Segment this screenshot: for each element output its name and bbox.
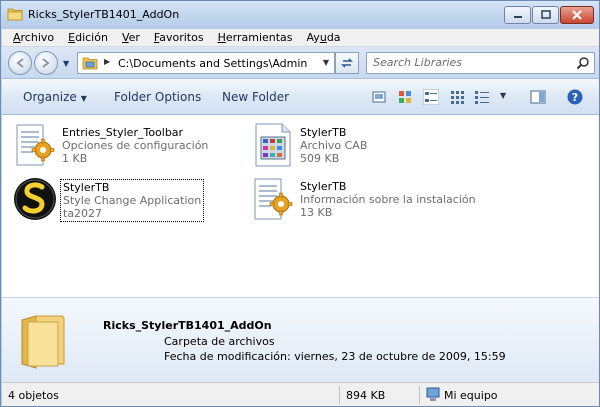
breadcrumb-arrow-icon[interactable]: ▶ [104, 57, 110, 66]
details-type: Carpeta de archivos [164, 335, 275, 348]
file-list: Entries_Styler_Toolbar Opciones de confi… [2, 115, 599, 297]
close-button[interactable] [560, 6, 594, 24]
file-size: 509 KB [300, 152, 340, 165]
refresh-icon [341, 58, 353, 68]
menu-herramientas[interactable]: Herramientas [211, 31, 300, 44]
view-dropdown-icon[interactable]: ▼ [500, 91, 506, 100]
file-description: Style Change Application [63, 194, 202, 207]
forward-button[interactable] [34, 51, 58, 75]
file-type: Opciones de configuración [62, 139, 209, 152]
details-modified-date: Fecha de modificación: viernes, 23 de oc… [164, 350, 506, 363]
close-icon [572, 10, 582, 20]
file-size: 13 KB [300, 206, 333, 219]
menu-ayuda[interactable]: Ayuda [300, 31, 348, 44]
file-label: Entries_Styler_Toolbar Opciones de confi… [62, 126, 208, 165]
back-button[interactable] [8, 51, 32, 75]
help-icon[interactable]: ? [567, 89, 583, 105]
search-box[interactable] [366, 52, 595, 74]
new-folder-button[interactable]: New Folder [222, 90, 289, 104]
menu-ver[interactable]: Ver [115, 31, 147, 44]
window-title: Ricks_StylerTB1401_AddOn [28, 8, 180, 21]
svg-text:?: ? [572, 91, 578, 104]
file-publisher: ta2027 [63, 207, 103, 220]
file-type: Información sobre la instalación [300, 193, 476, 206]
arrow-right-icon [42, 58, 50, 68]
status-divider [339, 386, 340, 404]
status-bar: 4 objetos 894 KB Mi equipo [2, 382, 599, 406]
list-view-icon[interactable] [474, 89, 490, 105]
menu-bar: Archivo Edición Ver Favoritos Herramient… [2, 29, 599, 47]
arrow-left-icon [16, 58, 24, 68]
minimize-icon [513, 16, 522, 18]
large-icons-view-icon[interactable] [397, 89, 413, 105]
folder-icon [7, 8, 23, 21]
file-size: 1 KB [62, 152, 88, 165]
file-name: Entries_Styler_Toolbar [62, 126, 184, 139]
file-type: Archivo CAB [300, 139, 368, 152]
folder-options-button[interactable]: Folder Options [114, 90, 201, 104]
status-divider [419, 386, 420, 404]
computer-folder-icon [82, 57, 98, 70]
large-folder-icon [21, 315, 65, 369]
tiles-view-icon[interactable] [423, 89, 439, 105]
title-bar: Ricks_StylerTB1401_AddOn [1, 1, 599, 29]
file-name: StylerTB [300, 126, 347, 139]
minimize-button[interactable] [504, 6, 531, 24]
status-item-count: 4 objetos [8, 389, 59, 402]
computer-icon [426, 387, 440, 401]
address-bar[interactable]: ▶ C:\Documents and Settings\Admin ▼ [77, 52, 335, 74]
refresh-button[interactable] [335, 52, 359, 74]
explorer-window: Ricks_StylerTB1401_AddOn Archivo Edición… [0, 0, 600, 407]
status-total-size: 894 KB [346, 389, 386, 402]
details-pane: Ricks_StylerTB1401_AddOn Carpeta de arch… [2, 297, 599, 382]
preview-pane-icon[interactable] [530, 89, 546, 105]
status-location: Mi equipo [444, 389, 498, 402]
config-file-icon [16, 124, 55, 166]
search-input[interactable] [373, 56, 573, 69]
navigation-bar: ▼ ▶ C:\Documents and Settings\Admin ▼ [2, 47, 599, 79]
file-label: StylerTB Style Change Application ta2027 [60, 179, 205, 222]
search-icon[interactable] [576, 56, 590, 70]
address-path: C:\Documents and Settings\Admin [118, 57, 308, 70]
organize-button[interactable]: Organize ▼ [23, 90, 87, 104]
styler-app-icon [14, 178, 56, 220]
command-bar: Organize ▼ Folder Options New Folder ▼ ? [2, 79, 599, 115]
menu-archivo[interactable]: Archivo [6, 31, 61, 44]
maximize-icon [540, 10, 551, 19]
history-dropdown-icon[interactable]: ▼ [63, 59, 69, 68]
file-label: StylerTB Información sobre la instalació… [300, 180, 476, 219]
file-name: StylerTB [300, 180, 347, 193]
address-dropdown-icon[interactable]: ▼ [323, 58, 329, 67]
maximize-button[interactable] [532, 6, 559, 24]
menu-favoritos[interactable]: Favoritos [147, 31, 211, 44]
details-name: Ricks_StylerTB1401_AddOn [103, 319, 272, 332]
setup-info-icon [254, 178, 293, 220]
file-label: StylerTB Archivo CAB 509 KB [300, 126, 367, 165]
file-name: StylerTB [63, 181, 110, 194]
cab-archive-icon [255, 123, 291, 167]
chevron-down-icon: ▼ [80, 94, 87, 103]
small-icons-view-icon[interactable] [450, 89, 466, 105]
menu-edicion[interactable]: Edición [61, 31, 115, 44]
extra-large-icons-view-icon[interactable] [371, 89, 387, 105]
